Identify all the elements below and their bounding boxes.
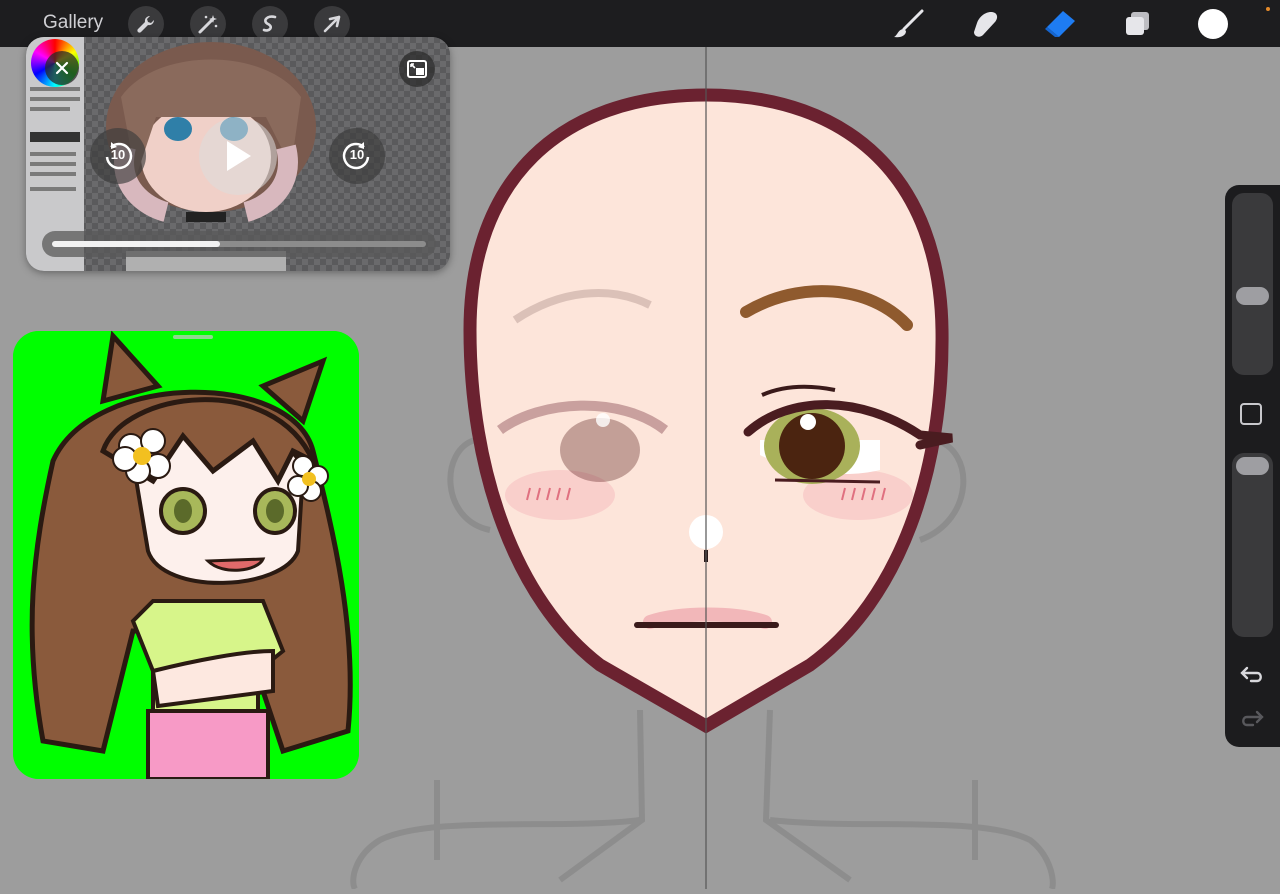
right-sidebar: [1225, 185, 1280, 747]
redo-icon: [1242, 710, 1264, 727]
reference-image: [13, 331, 359, 779]
progress-fill: [52, 241, 221, 247]
eraser-icon: [1045, 11, 1075, 37]
brush-size-thumb[interactable]: [1236, 287, 1269, 306]
selection-icon: [262, 15, 277, 32]
pip-expand-button[interactable]: [399, 51, 435, 87]
play-icon: [227, 141, 251, 171]
transform-arrow-icon: [323, 15, 341, 33]
progress-track: [52, 241, 426, 247]
reference-image-window[interactable]: [13, 331, 359, 779]
color-picker-button[interactable]: [1198, 9, 1228, 39]
pip-close-button[interactable]: [45, 51, 79, 85]
skip-back-seconds: 10: [110, 147, 126, 162]
status-dot: [1266, 7, 1270, 11]
skip-back-button[interactable]: 10: [90, 128, 146, 184]
video-pip-window[interactable]: 10 10: [26, 37, 450, 271]
eraser-tool-button[interactable]: [1043, 8, 1077, 40]
brush-tool-button[interactable]: [891, 8, 925, 40]
undo-button[interactable]: [1238, 663, 1266, 685]
skip-forward-seconds: 10: [349, 147, 365, 162]
layers-button[interactable]: [1120, 8, 1154, 40]
opacity-thumb[interactable]: [1236, 457, 1269, 475]
video-progress-bar[interactable]: [42, 231, 436, 257]
layers-icon: [1126, 12, 1149, 35]
brush-size-slider[interactable]: [1232, 193, 1273, 375]
pip-expand-icon: [407, 60, 427, 78]
undo-icon: [1240, 666, 1262, 683]
play-button[interactable]: [199, 117, 277, 195]
smudge-icon: [974, 12, 998, 37]
magic-wand-icon: [198, 15, 218, 34]
redo-button[interactable]: [1238, 707, 1266, 729]
close-icon: [55, 61, 69, 75]
smudge-tool-button[interactable]: [968, 8, 1002, 40]
modify-button[interactable]: [1240, 403, 1262, 425]
brush-icon: [894, 9, 924, 38]
skip-forward-button[interactable]: 10: [329, 128, 385, 184]
wrench-icon: [137, 15, 155, 33]
opacity-slider[interactable]: [1232, 453, 1273, 637]
gallery-button[interactable]: Gallery: [43, 12, 103, 34]
